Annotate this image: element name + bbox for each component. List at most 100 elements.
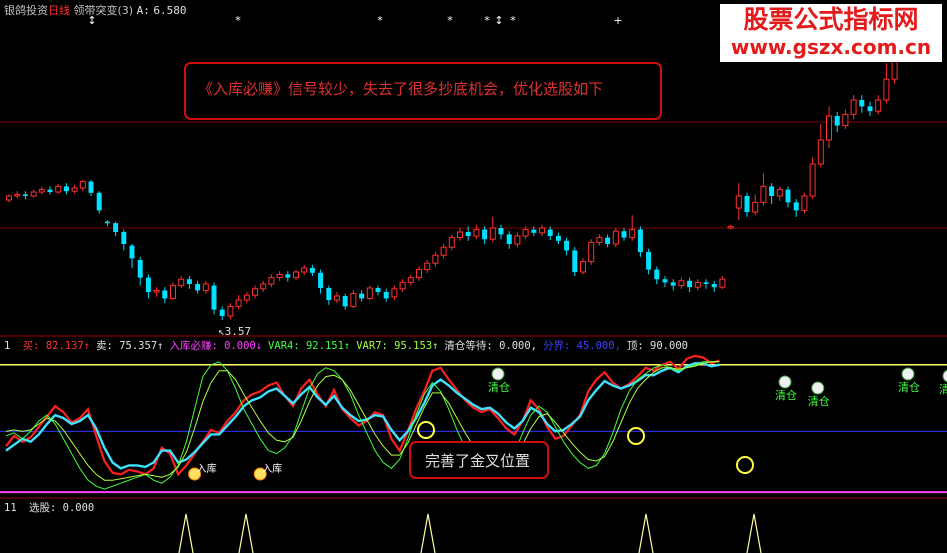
- candle-body: [285, 274, 291, 278]
- candle-body: [268, 277, 275, 285]
- candle-body: [326, 288, 332, 300]
- watermark-logo: 股票公式指标网 www.gszx.com.cn: [720, 4, 942, 62]
- osc-legend-item: 买: 82.137↑: [22, 340, 91, 352]
- watermark-line2: www.gszx.com.cn: [730, 35, 932, 59]
- candle-body: [637, 229, 643, 252]
- candle-body: [703, 282, 709, 284]
- candle-body: [498, 228, 504, 235]
- candle-body: [407, 277, 414, 283]
- software-name: 银鸽投资: [4, 4, 48, 17]
- candle-body: [71, 187, 78, 192]
- sel-panel-index: 11: [4, 502, 17, 514]
- select-signal-spike: [178, 513, 194, 553]
- sell-face-icon: [491, 367, 505, 381]
- candle-body: [580, 261, 586, 273]
- signal-star: *: [510, 14, 516, 27]
- candle-body: [588, 241, 595, 263]
- candle-body: [342, 296, 348, 307]
- candle-body: [243, 294, 250, 301]
- top-callout-text: 《入库必赚》信号较少，失去了很多抄底机会，优化选股如下: [198, 80, 604, 98]
- signal-star: *: [377, 14, 383, 27]
- candle-body: [842, 113, 849, 127]
- buy-label: 入库: [262, 462, 282, 475]
- candle-body: [776, 189, 783, 197]
- osc-legend-item: VAR4: 92.151↑: [268, 340, 351, 352]
- period-label[interactable]: 日线: [48, 4, 70, 17]
- osc-legend-item: 入库必赚: 0.000↓: [169, 340, 263, 352]
- candle-body: [178, 278, 185, 287]
- select-signal-spike: [746, 513, 762, 553]
- candle-body: [482, 229, 488, 240]
- candle-body: [38, 189, 45, 193]
- candle-body: [252, 288, 258, 296]
- select-signal-spike: [238, 513, 254, 553]
- watermark-line1: 股票公式指标网: [743, 5, 919, 34]
- sell-face-icon: [901, 367, 915, 381]
- candle-body: [30, 191, 37, 197]
- a-value: 6.580: [153, 4, 187, 17]
- candle-body: [137, 260, 143, 278]
- candle-body: [875, 99, 882, 112]
- candle-body: [826, 115, 832, 141]
- candle-body: [227, 305, 234, 317]
- select-signal-spike: [638, 513, 654, 553]
- candle-body: [564, 240, 570, 251]
- candle-body: [522, 229, 529, 237]
- osc-legend-item: 清仓等待: 0.000,: [444, 340, 537, 352]
- buy-label: 入库: [197, 462, 217, 475]
- low-price-marker: ↖3.57: [218, 325, 251, 339]
- candle-body: [448, 237, 455, 248]
- candle-body: [235, 299, 242, 307]
- candle-body: [859, 100, 865, 107]
- candle-body: [375, 288, 381, 292]
- candle-body: [318, 272, 324, 288]
- candle-body: [96, 192, 102, 211]
- candle-body: [162, 290, 168, 299]
- candle-body: [678, 280, 685, 287]
- series-line-: [5, 354, 720, 477]
- candle-body: [735, 195, 742, 209]
- signal-star: *: [447, 14, 453, 27]
- candle-body: [22, 194, 28, 196]
- bottom-callout: 完善了金叉位置: [409, 441, 549, 479]
- candle-body: [55, 185, 62, 193]
- candle-body: [605, 237, 611, 244]
- candle-body: [506, 234, 512, 244]
- candle-body: [424, 262, 431, 271]
- sell-label: 清仓: [775, 388, 797, 402]
- candle-body: [121, 232, 127, 244]
- sel-value: 0.000: [62, 502, 95, 514]
- candle-body: [514, 235, 521, 245]
- candle-body: [416, 269, 422, 279]
- osc-legend: 买: 82.137↑ 卖: 75.357↑ 入库必赚: 0.000↓ VAR4: 92…: [23, 340, 694, 352]
- candle-body: [465, 232, 471, 236]
- indicator-name[interactable]: 领带突变(3): [74, 4, 134, 17]
- signal-star: *: [484, 14, 490, 27]
- oscillator-header: 1 买: 82.137↑ 卖: 75.357↑ 入库必赚: 0.000↓ VAR4: …: [4, 339, 694, 353]
- candle-body: [440, 246, 447, 256]
- candle-body: [654, 269, 660, 280]
- low-marker-value: 3.57: [224, 325, 252, 338]
- candle-body: [334, 295, 340, 301]
- candle-body: [359, 293, 365, 299]
- candle-body: [202, 283, 209, 291]
- candle-body: [539, 227, 545, 234]
- low-marker-arrow: ↖: [218, 325, 225, 338]
- sell-face-icon: [778, 375, 792, 389]
- candle-body: [883, 78, 890, 101]
- sell-label: 清仓: [488, 380, 510, 394]
- sell-label: 清仓: [898, 380, 920, 394]
- candle-body: [211, 285, 217, 310]
- sel-label: 选股:: [28, 502, 57, 514]
- candle-body: [383, 292, 389, 299]
- candle-body: [793, 202, 799, 211]
- sell-label: 清仓: [939, 382, 947, 396]
- candle-body: [79, 181, 86, 189]
- candle-body: [293, 271, 299, 279]
- candle-body: [473, 229, 480, 237]
- candle-body: [694, 281, 701, 288]
- candle-body: [646, 252, 652, 270]
- candle-body: [785, 189, 791, 203]
- signal-star: ↕: [494, 14, 503, 27]
- candle-body: [195, 284, 201, 291]
